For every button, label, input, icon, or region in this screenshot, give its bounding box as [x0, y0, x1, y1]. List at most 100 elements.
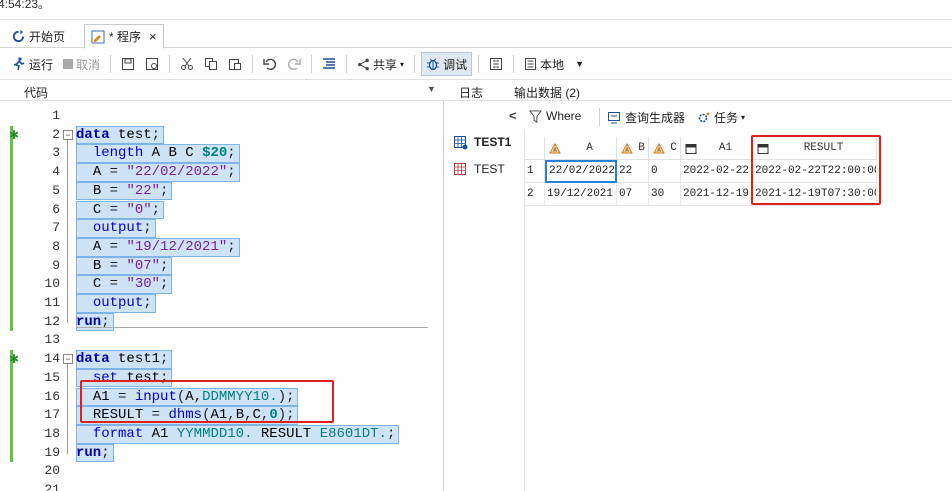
line-number: 17 [44, 407, 60, 423]
code-line[interactable]: run; [76, 444, 110, 463]
table-cell[interactable]: 22 [617, 160, 649, 183]
paste-button[interactable] [224, 52, 246, 76]
code-line[interactable]: length A B C $20; [76, 144, 236, 163]
toolbar-separator [311, 55, 313, 73]
stop-icon [63, 59, 74, 69]
code-line[interactable]: format A1 YYMMDD10. RESULT E8601DT.; [76, 425, 396, 444]
line-number: 12 [44, 313, 60, 329]
line-number: 16 [44, 388, 60, 404]
dataset-item-test[interactable]: TEST [453, 157, 505, 181]
fold-toggle[interactable]: − [63, 354, 73, 365]
line-number: 18 [44, 425, 60, 441]
fold-toggle[interactable]: − [63, 129, 73, 140]
calendar-icon [685, 143, 697, 154]
toolbar-separator [110, 55, 112, 73]
svg-text:A: A [625, 147, 629, 154]
toolbar-separator [346, 55, 348, 73]
format-icon [323, 58, 336, 69]
results-toolbar: < Where 查询生成器 任务 ▾ [445, 104, 952, 130]
code-line[interactable]: A = "22/02/2022"; [76, 163, 236, 182]
tab-output-data[interactable]: 输出数据 (2) [514, 84, 580, 101]
code-line[interactable]: C = "0"; [76, 201, 160, 220]
tasks-gear-icon [698, 112, 710, 122]
document-tab-bar: 开始页 * 程序 × [0, 20, 952, 49]
line-number: 2 [52, 126, 60, 142]
tab-program[interactable]: * 程序 × [84, 24, 164, 49]
table-cell[interactable]: 19/12/2021 [545, 183, 617, 206]
outline-button[interactable] [485, 52, 507, 76]
toolbar-separator [252, 55, 254, 73]
column-header[interactable]: A1 [681, 137, 753, 160]
run-button[interactable]: 运行 [8, 52, 57, 76]
redo-icon [287, 58, 301, 71]
caret-down-icon[interactable]: ▼ [427, 84, 436, 94]
table-cell[interactable]: 30 [649, 183, 681, 206]
server-icon [525, 58, 537, 70]
results-pane-header: 日志 输出数据 (2) [445, 81, 952, 101]
cancel-button[interactable]: 取消 [59, 52, 104, 76]
tab-home[interactable]: 开始页 [6, 24, 71, 48]
dataset-item-test1[interactable]: TEST1 [453, 130, 511, 154]
code-line[interactable]: run; [76, 313, 110, 332]
query-builder-button[interactable]: 查询生成器 [607, 109, 685, 126]
highlight-box-code [80, 380, 334, 423]
back-button[interactable]: < [509, 108, 517, 123]
server-select[interactable]: 本地 ▼ [520, 52, 588, 76]
tab-program-label: * 程序 [109, 30, 142, 44]
copy-icon [205, 58, 218, 70]
line-number: 21 [44, 482, 60, 491]
table-cell[interactable]: 0 [649, 160, 681, 183]
line-number-gutter: ✱ ✱ − −1 2 3 4 5 6 7 8 9 10 11 12 13 14 15 16 17 18 19 20 21 [0, 101, 73, 491]
redo-button[interactable] [283, 52, 305, 76]
share-button[interactable]: 共享 ▾ [353, 52, 408, 76]
debug-button[interactable]: 调试 [421, 52, 473, 76]
code-pane-header: 代码 ▼ [0, 81, 444, 101]
dataset-name: TEST [474, 162, 505, 176]
save-as-button[interactable] [141, 52, 163, 76]
undo-icon [263, 58, 277, 71]
column-header[interactable]: AB [617, 137, 649, 160]
bug-icon [427, 58, 440, 71]
cut-button[interactable] [176, 52, 198, 76]
code-editor[interactable]: ✱ ✱ − −1 2 3 4 5 6 7 8 9 10 11 12 13 14 15 16 17 18 19 20 21 da… [0, 101, 444, 491]
code-line[interactable]: B = "07"; [76, 257, 169, 276]
line-number: 7 [52, 220, 60, 236]
code-line[interactable]: B = "22"; [76, 182, 169, 201]
format-code-button[interactable] [318, 52, 340, 76]
copy-button[interactable] [200, 52, 222, 76]
table-cell[interactable]: 07 [617, 183, 649, 206]
character-type-icon: A [621, 142, 633, 154]
column-header-label: C [670, 142, 677, 154]
character-type-icon: A [549, 142, 561, 154]
line-number: 1 [52, 108, 60, 123]
column-header-label: A1 [718, 142, 733, 154]
code-line[interactable]: C = "30"; [76, 275, 169, 294]
data-grid[interactable]: A A A B A C A1 RESULT 1 22/02/2022 22 0 2022-02-22 20… [525, 137, 952, 207]
table-cell[interactable]: 22/02/2022 [545, 160, 617, 183]
code-line[interactable]: data test; [76, 126, 160, 145]
toolbar-separator [599, 108, 600, 126]
tab-log[interactable]: 日志 [459, 84, 483, 101]
column-header[interactable] [525, 137, 545, 160]
close-icon[interactable]: × [149, 29, 157, 44]
column-header-label: A [586, 142, 593, 154]
table-icon [454, 162, 466, 175]
code-line[interactable]: data test1; [76, 350, 168, 369]
tasks-button[interactable]: 任务 ▾ [697, 109, 745, 126]
save-button[interactable] [117, 52, 139, 76]
line-number: 10 [44, 276, 60, 292]
undo-button[interactable] [259, 52, 281, 76]
table-cell[interactable]: 2022-02-22 [681, 160, 753, 183]
highlight-box-result-column [751, 135, 881, 205]
code-line[interactable]: output; [76, 219, 152, 238]
svg-text:A: A [553, 147, 557, 154]
caret-down-icon: ▼ [575, 59, 585, 69]
column-header[interactable]: AA [545, 137, 617, 160]
column-header[interactable]: AC [649, 137, 681, 160]
refresh-icon [12, 29, 25, 42]
code-line[interactable]: output; [76, 294, 152, 313]
line-number: 19 [44, 444, 60, 460]
where-button[interactable]: Where [529, 109, 581, 123]
table-cell[interactable]: 2021-12-19 [681, 183, 753, 206]
code-line[interactable]: A = "19/12/2021"; [76, 238, 236, 257]
